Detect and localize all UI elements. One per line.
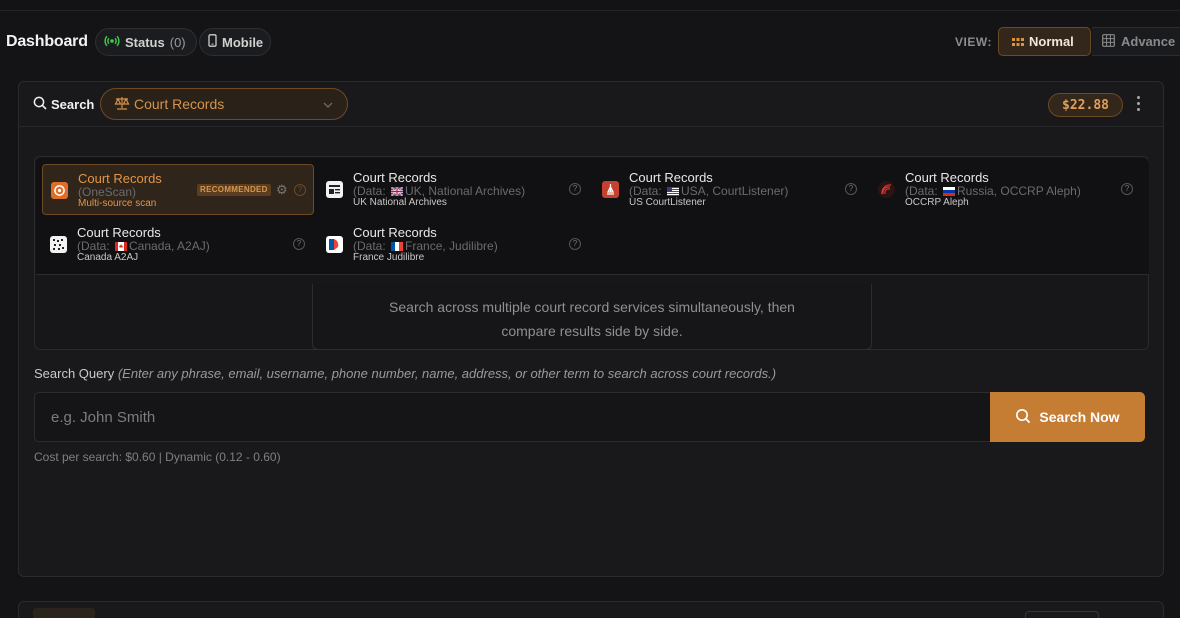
- service-meta: Canada A2AJ: [77, 252, 139, 263]
- service-title: Court Records: [77, 225, 161, 240]
- service-title: Court Records: [78, 171, 162, 186]
- view-normal-label: Normal: [1029, 34, 1074, 49]
- service-title: Court Records: [353, 225, 437, 240]
- service-meta: Multi-source scan: [78, 198, 157, 209]
- search-card-header: Search Court Records $22.88: [19, 82, 1163, 127]
- query-hint: (Enter any phrase, email, username, phon…: [117, 366, 777, 381]
- service-title: Court Records: [629, 170, 713, 185]
- search-icon: [33, 96, 47, 113]
- service-title: Court Records: [353, 170, 437, 185]
- service-subtitle: (OneScan): [78, 185, 137, 199]
- recommended-badge: RECOMMENDED: [197, 184, 271, 196]
- view-advanced-label: Advance: [1121, 34, 1176, 49]
- france-flag-icon: [391, 240, 404, 251]
- help-icon[interactable]: ?: [294, 184, 306, 196]
- courtlistener-icon: [602, 181, 619, 198]
- search-icon: [1015, 408, 1031, 427]
- mobile-button[interactable]: Mobile: [199, 28, 271, 56]
- service-option-usa[interactable]: Court Records (Data: USA, CourtListener)…: [594, 164, 866, 215]
- cost-per-search: Cost per search: $0.60 | Dynamic (0.12 -…: [34, 450, 281, 464]
- service-meta: US CourtListener: [629, 197, 706, 208]
- search-now-label: Search Now: [1039, 409, 1120, 425]
- services-description: Search across multiple court record serv…: [312, 284, 872, 350]
- mobile-label: Mobile: [222, 34, 264, 50]
- more-options-icon[interactable]: [1135, 96, 1141, 114]
- search-heading: Search: [33, 96, 94, 113]
- balance-badge[interactable]: $22.88: [1048, 93, 1123, 117]
- services-grid: Court Records (OneScan) Multi-source sca…: [36, 158, 1149, 275]
- search-heading-label: Search: [51, 97, 95, 112]
- status-button[interactable]: Status (0): [95, 28, 197, 56]
- service-option-russia[interactable]: Court Records (Data: Russia, OCCRP Aleph…: [870, 164, 1142, 215]
- page-title: Dashboard: [6, 33, 88, 50]
- view-normal-button[interactable]: Normal: [998, 27, 1091, 56]
- service-option-onescan[interactable]: Court Records (OneScan) Multi-source sca…: [42, 164, 314, 215]
- scales-icon: [114, 96, 130, 113]
- service-meta: UK National Archives: [353, 197, 447, 208]
- source-select[interactable]: Court Records: [100, 88, 348, 120]
- status-label: Status: [125, 34, 165, 50]
- russia-flag-icon: [943, 185, 956, 196]
- description-line-2: compare results side by side.: [501, 323, 683, 339]
- grid-dots-icon: [1012, 34, 1024, 49]
- search-now-button[interactable]: Search Now: [990, 392, 1145, 442]
- service-meta: OCCRP Aleph: [905, 197, 969, 208]
- results-card-control[interactable]: [1025, 611, 1099, 618]
- phone-icon: [208, 34, 217, 50]
- description-line-1: Search across multiple court record serv…: [389, 299, 795, 315]
- view-label: VIEW:: [955, 35, 992, 49]
- search-query-input[interactable]: [35, 393, 990, 441]
- query-field-wrapper: Search Now: [34, 392, 1145, 442]
- top-bar: [0, 0, 1180, 11]
- canada-flag-icon: [115, 240, 128, 251]
- a2aj-icon: [50, 236, 67, 253]
- results-card: [18, 601, 1164, 618]
- results-card-thumbnail: [33, 608, 95, 618]
- service-option-france[interactable]: Court Records (Data: France, Judilibre) …: [318, 219, 590, 270]
- query-label: Search Query (Enter any phrase, email, u…: [34, 366, 776, 381]
- target-icon: [51, 182, 68, 199]
- marianne-icon: [326, 236, 343, 253]
- service-subtitle: (Data: Russia, OCCRP Aleph): [905, 184, 1081, 198]
- broadcast-icon: [104, 35, 120, 50]
- help-icon[interactable]: ?: [293, 238, 305, 250]
- source-select-value: Court Records: [134, 96, 225, 112]
- uk-archives-icon: [326, 181, 343, 198]
- services-panel: Court Records (OneScan) Multi-source sca…: [34, 156, 1149, 350]
- service-subtitle: (Data: USA, CourtListener): [629, 184, 789, 198]
- service-title: Court Records: [905, 170, 989, 185]
- view-advanced-button[interactable]: Advance: [1092, 27, 1180, 56]
- help-icon[interactable]: ?: [845, 183, 857, 195]
- search-card: Search Court Records $22.88 Court Record…: [18, 81, 1164, 577]
- query-label-text: Search Query: [34, 366, 115, 381]
- service-meta: France Judilibre: [353, 252, 425, 263]
- service-subtitle: (Data: UK, National Archives): [353, 184, 526, 198]
- service-option-uk[interactable]: Court Records (Data: UK, National Archiv…: [318, 164, 590, 215]
- status-count: (0): [169, 34, 186, 50]
- service-option-canada[interactable]: Court Records (Data: Canada, A2AJ) Canad…: [42, 219, 314, 270]
- occrp-icon: [878, 181, 895, 198]
- uk-flag-icon: [390, 185, 404, 197]
- usa-flag-icon: [667, 185, 680, 196]
- service-subtitle: (Data: France, Judilibre): [353, 239, 498, 253]
- table-icon: [1102, 33, 1115, 50]
- chevron-down-icon: [322, 98, 334, 114]
- service-subtitle: (Data: Canada, A2AJ): [77, 239, 210, 253]
- help-icon[interactable]: ?: [1121, 183, 1133, 195]
- help-icon[interactable]: ?: [569, 183, 581, 195]
- gear-icon[interactable]: ⚙: [276, 182, 288, 198]
- help-icon[interactable]: ?: [569, 238, 581, 250]
